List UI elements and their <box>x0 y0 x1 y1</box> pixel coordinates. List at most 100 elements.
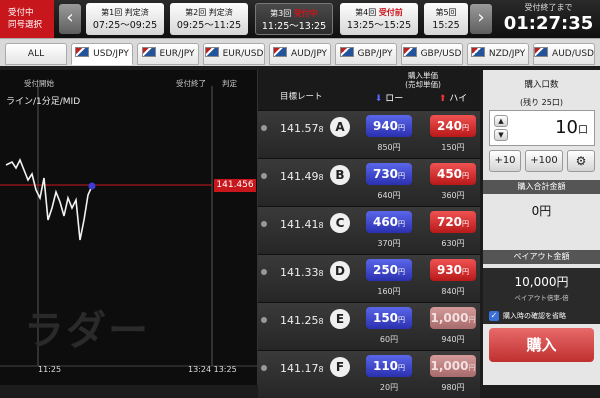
price-sub-label: (売却単価) <box>405 80 441 89</box>
tab-gbp-usd[interactable]: GBP/USD <box>401 43 463 65</box>
total-title: 購入合計金額 <box>483 180 600 194</box>
price-chart[interactable]: 受付開始 受付終了 判定 ライン/1分足/MID 141.456 ラダー 11:… <box>0 70 258 385</box>
low-sell-price: 60円 <box>379 335 399 344</box>
round-state: 受付中 <box>293 9 318 18</box>
marker-dot-icon <box>261 317 267 323</box>
low-buy-button[interactable]: 940円 <box>366 115 412 137</box>
strike-letter: A <box>330 117 350 137</box>
low-sell-price: 370円 <box>377 239 401 248</box>
low-buy-button[interactable]: 150円 <box>366 307 412 329</box>
low-sell-price: 20円 <box>379 383 399 392</box>
rate-value: 141.33 <box>280 266 319 279</box>
tab-nzd-jpy[interactable]: NZD/JPY <box>467 43 529 65</box>
high-price: 450 <box>436 167 463 181</box>
round-tab-2[interactable]: 第2回 判定済 09:25～11:25 <box>170 3 248 35</box>
payout-box: 10,000円 ペイアウト倍率-倍 <box>483 268 600 308</box>
marker-dot-icon <box>261 365 267 371</box>
tab-aud-usd[interactable]: AUD/USD <box>533 43 595 65</box>
target-rate: 141.418 <box>280 218 324 231</box>
payout-title: ペイアウト金額 <box>483 250 600 264</box>
yen-unit: 円 <box>398 364 406 372</box>
low-buy-button[interactable]: 730円 <box>366 163 412 185</box>
eu-flag-icon <box>204 47 219 57</box>
round-label: 第4回 受付前 <box>340 7 418 19</box>
round-label: 第5回 <box>435 8 457 17</box>
eu-flag-icon <box>141 47 156 57</box>
high-buy-button[interactable]: 930円 <box>430 259 476 281</box>
high-price: 240 <box>436 119 463 133</box>
low-buy-button[interactable]: 250円 <box>366 259 412 281</box>
watermark: ラダー <box>24 308 150 354</box>
low-buy-button[interactable]: 110円 <box>366 355 412 377</box>
high-buy-button[interactable]: 1,000円 <box>430 307 476 329</box>
qty-value: 10口 <box>555 117 588 138</box>
round-label: 第3回 受付中 <box>256 8 332 20</box>
tab-label: AUD/USD <box>552 49 594 59</box>
high-buy-button[interactable]: 1,000円 <box>430 355 476 377</box>
high-buy-button[interactable]: 450円 <box>430 163 476 185</box>
yen-unit: 円 <box>462 172 470 180</box>
strike-letter: E <box>330 309 350 329</box>
round-time: 09:25～11:25 <box>176 20 242 31</box>
uk-flag-icon <box>402 47 417 57</box>
strike-letter: F <box>330 357 350 377</box>
tab-aud-jpy[interactable]: AUD/JPY <box>269 43 331 65</box>
high-price: 1,000 <box>430 359 469 373</box>
low-price: 250 <box>372 263 399 277</box>
target-rate-header: 目標レート <box>280 92 323 102</box>
round-tab-1[interactable]: 第1回 判定済 07:25～09:25 <box>86 3 164 35</box>
tab-all[interactable]: ALL <box>5 43 67 65</box>
tab-gbp-jpy[interactable]: GBP/JPY <box>335 43 397 65</box>
high-sell-price: 840円 <box>441 287 465 296</box>
ladder-row: 141.258 E 150円 1,000円 60円 940円 <box>258 302 480 350</box>
tab-label: NZD/JPY <box>488 49 526 59</box>
high-label: ハイ <box>449 94 468 104</box>
plus100-button[interactable]: +100 <box>525 150 563 172</box>
target-rate: 141.258 <box>280 314 324 327</box>
round-tab-3[interactable]: 第3回 受付中 11:25～13:25 <box>255 3 333 35</box>
prev-round-button[interactable]: ‹ <box>59 4 81 34</box>
rate-decimal: 8 <box>318 173 324 182</box>
high-sell-price: 630円 <box>441 239 465 248</box>
tab-eur-jpy[interactable]: EUR/JPY <box>137 43 199 65</box>
x-tick-start: 11:25 <box>38 365 62 374</box>
current-rate-label: 141.456 <box>214 179 256 192</box>
round-tab-5[interactable]: 第5回 15:25 <box>424 3 468 35</box>
status-line2: 同号選択 <box>8 20 43 30</box>
settings-button[interactable]: ⚙ <box>567 150 595 172</box>
triangle-down-icon: ▼ <box>498 131 504 139</box>
qty-input[interactable]: ▲ ▼ 10口 <box>489 110 595 146</box>
x-tick-end-b: 13:25 <box>213 365 237 374</box>
yen-unit: 円 <box>462 268 470 276</box>
tab-eur-usd[interactable]: EUR/USD <box>203 43 265 65</box>
yen-unit: 円 <box>462 124 470 132</box>
buy-button[interactable]: 購入 <box>489 328 594 362</box>
tab-label: USD/JPY <box>93 49 129 59</box>
status-line1: 受付中 <box>8 8 34 18</box>
low-buy-button[interactable]: 460円 <box>366 211 412 233</box>
plus10-button[interactable]: +10 <box>489 150 521 172</box>
yen-unit: 円 <box>398 316 406 324</box>
confirm-skip-row[interactable]: ✓ 購入時の確認を省略 <box>483 308 600 324</box>
target-rate: 141.178 <box>280 362 324 375</box>
tab-label: AUD/JPY <box>290 49 328 59</box>
qty-down-button[interactable]: ▼ <box>494 129 508 141</box>
checkbox-checked-icon[interactable]: ✓ <box>489 311 499 321</box>
high-buy-button[interactable]: 240円 <box>430 115 476 137</box>
qty-up-button[interactable]: ▲ <box>494 115 508 127</box>
round-number: 第4回 <box>355 8 379 17</box>
low-price: 730 <box>372 167 399 181</box>
tab-label: EUR/JPY <box>159 49 195 59</box>
target-rate: 141.338 <box>280 266 324 279</box>
rate-decimal: 8 <box>318 221 324 230</box>
high-buy-button[interactable]: 720円 <box>430 211 476 233</box>
strike-letter: B <box>330 165 350 185</box>
tab-usd-jpy[interactable]: USD/JPY <box>71 43 133 65</box>
status-badge: 受付中 同号選択 <box>0 0 54 38</box>
remaining-qty: (残り 25口) <box>520 98 563 107</box>
us-flag-icon <box>75 47 90 57</box>
next-round-button[interactable]: › <box>470 4 492 34</box>
down-arrow-icon: ⬇ <box>374 94 383 104</box>
high-sell-price: 360円 <box>441 191 465 200</box>
round-tab-4[interactable]: 第4回 受付前 13:25～15:25 <box>340 3 418 35</box>
